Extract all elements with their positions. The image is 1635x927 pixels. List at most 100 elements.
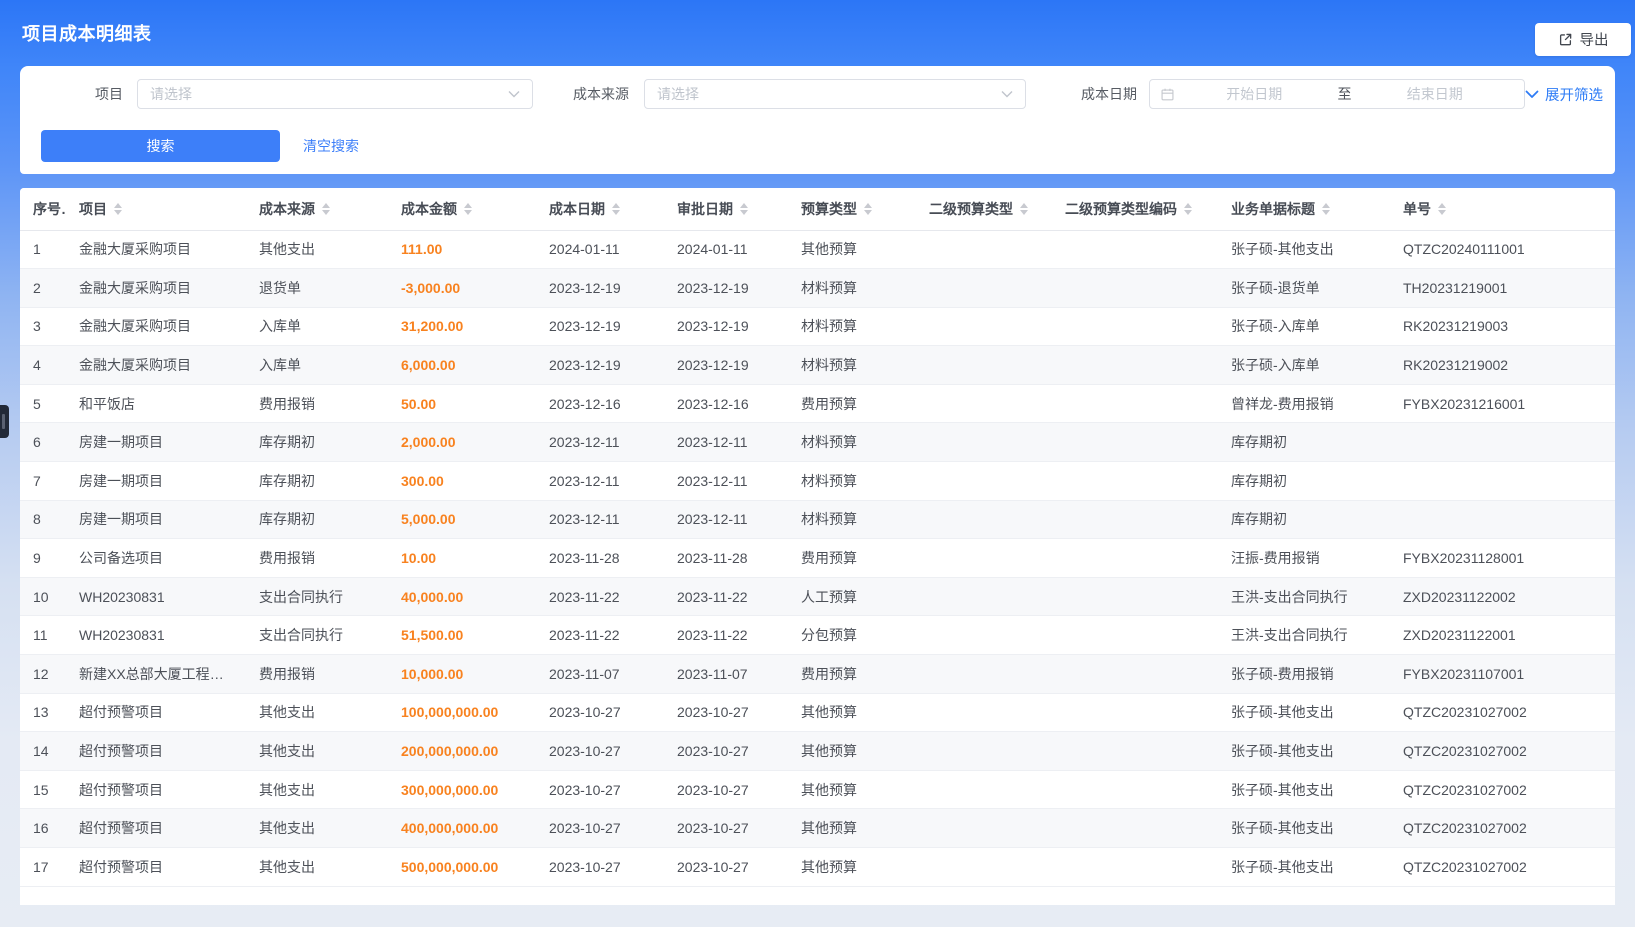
cell-project: 超付预警项目: [66, 732, 246, 771]
cell-approval_date: 2024-01-11: [664, 230, 788, 269]
sort-icon[interactable]: [1438, 203, 1446, 215]
cell-project: 金融大厦采购项目: [66, 307, 246, 346]
side-drawer-handle[interactable]: [0, 405, 9, 438]
table-row[interactable]: 17超付预警项目其他支出500,000,000.002023-10-272023…: [20, 848, 1615, 887]
table-row[interactable]: 15超付预警项目其他支出300,000,000.002023-10-272023…: [20, 770, 1615, 809]
column-header-doc_no[interactable]: 单号: [1390, 188, 1615, 230]
filter-item-cost-date: 成本日期 开始日期 至 结束日期: [1081, 79, 1525, 109]
cost-source-select[interactable]: 请选择: [644, 79, 1026, 109]
expand-filter-link[interactable]: 展开筛选: [1525, 84, 1603, 105]
column-header-amount[interactable]: 成本金额: [388, 188, 536, 230]
cost-date-range-picker[interactable]: 开始日期 至 结束日期: [1149, 79, 1525, 109]
column-label: 二级预算类型: [929, 199, 1013, 219]
table-row[interactable]: 3金融大厦采购项目入库单31,200.002023-12-192023-12-1…: [20, 307, 1615, 346]
cell-doc_no: FYBX20231128001: [1390, 539, 1615, 578]
cell-approval_date: 2023-11-22: [664, 577, 788, 616]
chevron-down-icon: [1001, 90, 1013, 98]
sort-icon[interactable]: [740, 203, 748, 215]
project-select[interactable]: 请选择: [137, 79, 533, 109]
column-header-cost_date[interactable]: 成本日期: [536, 188, 664, 230]
sort-icon[interactable]: [864, 203, 872, 215]
cell-doc_title: 库存期初: [1218, 500, 1390, 539]
table-row[interactable]: 14超付预警项目其他支出200,000,000.002023-10-272023…: [20, 732, 1615, 771]
start-date-input[interactable]: 开始日期: [1175, 84, 1334, 104]
cell-cost_date: 2023-12-11: [536, 423, 664, 462]
filter-actions: 搜索 清空搜索: [20, 130, 1615, 162]
cell-approval_date: 2023-12-19: [664, 346, 788, 385]
cell-source: 其他支出: [246, 732, 388, 771]
column-header-sub_budget_type[interactable]: 二级预算类型: [916, 188, 1052, 230]
cell-cost_date: 2023-12-19: [536, 269, 664, 308]
cell-cost_date: 2023-12-19: [536, 307, 664, 346]
cell-doc_no: QTZC20231027002: [1390, 693, 1615, 732]
cell-approval_date: 2023-12-19: [664, 269, 788, 308]
table-row[interactable]: 9公司备选项目费用报销10.002023-11-282023-11-28费用预算…: [20, 539, 1615, 578]
sort-icon[interactable]: [322, 203, 330, 215]
clear-search-link[interactable]: 清空搜索: [303, 136, 359, 156]
cell-sub_budget_code: [1052, 616, 1218, 655]
sort-icon[interactable]: [612, 203, 620, 215]
cell-budget_type: 其他预算: [788, 230, 916, 269]
cell-amount: 300,000,000.00: [388, 770, 536, 809]
cell-sub_budget_type: [916, 848, 1052, 887]
column-header-index: 序号: [20, 188, 66, 230]
chevron-down-icon: [1525, 90, 1539, 99]
cell-doc_title: 张子硕-其他支出: [1218, 693, 1390, 732]
sort-icon[interactable]: [1184, 203, 1192, 215]
cell-budget_type: 材料预算: [788, 346, 916, 385]
table-row[interactable]: 6房建一期项目库存期初2,000.002023-12-112023-12-11材…: [20, 423, 1615, 462]
cell-doc_no: [1390, 500, 1615, 539]
column-header-budget_type[interactable]: 预算类型: [788, 188, 916, 230]
table-row[interactable]: 10WH20230831支出合同执行40,000.002023-11-22202…: [20, 577, 1615, 616]
cell-budget_type: 材料预算: [788, 500, 916, 539]
cell-sub_budget_code: [1052, 577, 1218, 616]
cell-doc_no: ZXD20231122001: [1390, 616, 1615, 655]
cell-doc_title: 张子硕-其他支出: [1218, 770, 1390, 809]
cell-source: 其他支出: [246, 693, 388, 732]
column-label: 预算类型: [801, 199, 857, 219]
cell-project: 新建XX总部大厦工程二期: [66, 655, 246, 694]
cell-index: 7: [20, 462, 66, 501]
column-header-approval_date[interactable]: 审批日期: [664, 188, 788, 230]
end-date-input[interactable]: 结束日期: [1356, 84, 1515, 104]
table-row[interactable]: 2金融大厦采购项目退货单-3,000.002023-12-192023-12-1…: [20, 269, 1615, 308]
search-button[interactable]: 搜索: [41, 130, 280, 162]
table-body: 1金融大厦采购项目其他支出111.002024-01-112024-01-11其…: [20, 230, 1615, 886]
table-row[interactable]: 8房建一期项目库存期初5,000.002023-12-112023-12-11材…: [20, 500, 1615, 539]
column-header-doc_title[interactable]: 业务单据标题: [1218, 188, 1390, 230]
cell-doc_title: 库存期初: [1218, 423, 1390, 462]
cell-source: 费用报销: [246, 539, 388, 578]
table-row[interactable]: 4金融大厦采购项目入库单6,000.002023-12-192023-12-19…: [20, 346, 1615, 385]
cell-cost_date: 2023-11-22: [536, 616, 664, 655]
cell-index: 9: [20, 539, 66, 578]
cell-index: 3: [20, 307, 66, 346]
cell-sub_budget_code: [1052, 848, 1218, 887]
export-button[interactable]: 导出: [1535, 23, 1631, 56]
cell-doc_no: QTZC20231027002: [1390, 848, 1615, 887]
table-row[interactable]: 12新建XX总部大厦工程二期费用报销10,000.002023-11-07202…: [20, 655, 1615, 694]
cost-source-select-placeholder: 请选择: [657, 84, 1001, 104]
cell-amount: 500,000,000.00: [388, 848, 536, 887]
table-row[interactable]: 1金融大厦采购项目其他支出111.002024-01-112024-01-11其…: [20, 230, 1615, 269]
column-header-sub_budget_code[interactable]: 二级预算类型编码: [1052, 188, 1218, 230]
column-header-source[interactable]: 成本来源: [246, 188, 388, 230]
filter-item-project: 项目 请选择: [95, 79, 533, 109]
column-header-project[interactable]: 项目: [66, 188, 246, 230]
table-row[interactable]: 16超付预警项目其他支出400,000,000.002023-10-272023…: [20, 809, 1615, 848]
sort-icon[interactable]: [1020, 203, 1028, 215]
sort-icon[interactable]: [464, 203, 472, 215]
sort-icon[interactable]: [1322, 203, 1330, 215]
cell-index: 2: [20, 269, 66, 308]
column-label: 项目: [79, 199, 107, 219]
table-row[interactable]: 13超付预警项目其他支出100,000,000.002023-10-272023…: [20, 693, 1615, 732]
cell-approval_date: 2023-10-27: [664, 848, 788, 887]
cell-approval_date: 2023-10-27: [664, 732, 788, 771]
sort-icon[interactable]: [114, 203, 122, 215]
table-row[interactable]: 5和平饭店费用报销50.002023-12-162023-12-16费用预算曾祥…: [20, 384, 1615, 423]
cell-amount: 2,000.00: [388, 423, 536, 462]
table-row[interactable]: 11WH20230831支出合同执行51,500.002023-11-22202…: [20, 616, 1615, 655]
cell-sub_budget_type: [916, 655, 1052, 694]
cell-project: 金融大厦采购项目: [66, 230, 246, 269]
cell-doc_no: QTZC20240111001: [1390, 230, 1615, 269]
table-row[interactable]: 7房建一期项目库存期初300.002023-12-112023-12-11材料预…: [20, 462, 1615, 501]
